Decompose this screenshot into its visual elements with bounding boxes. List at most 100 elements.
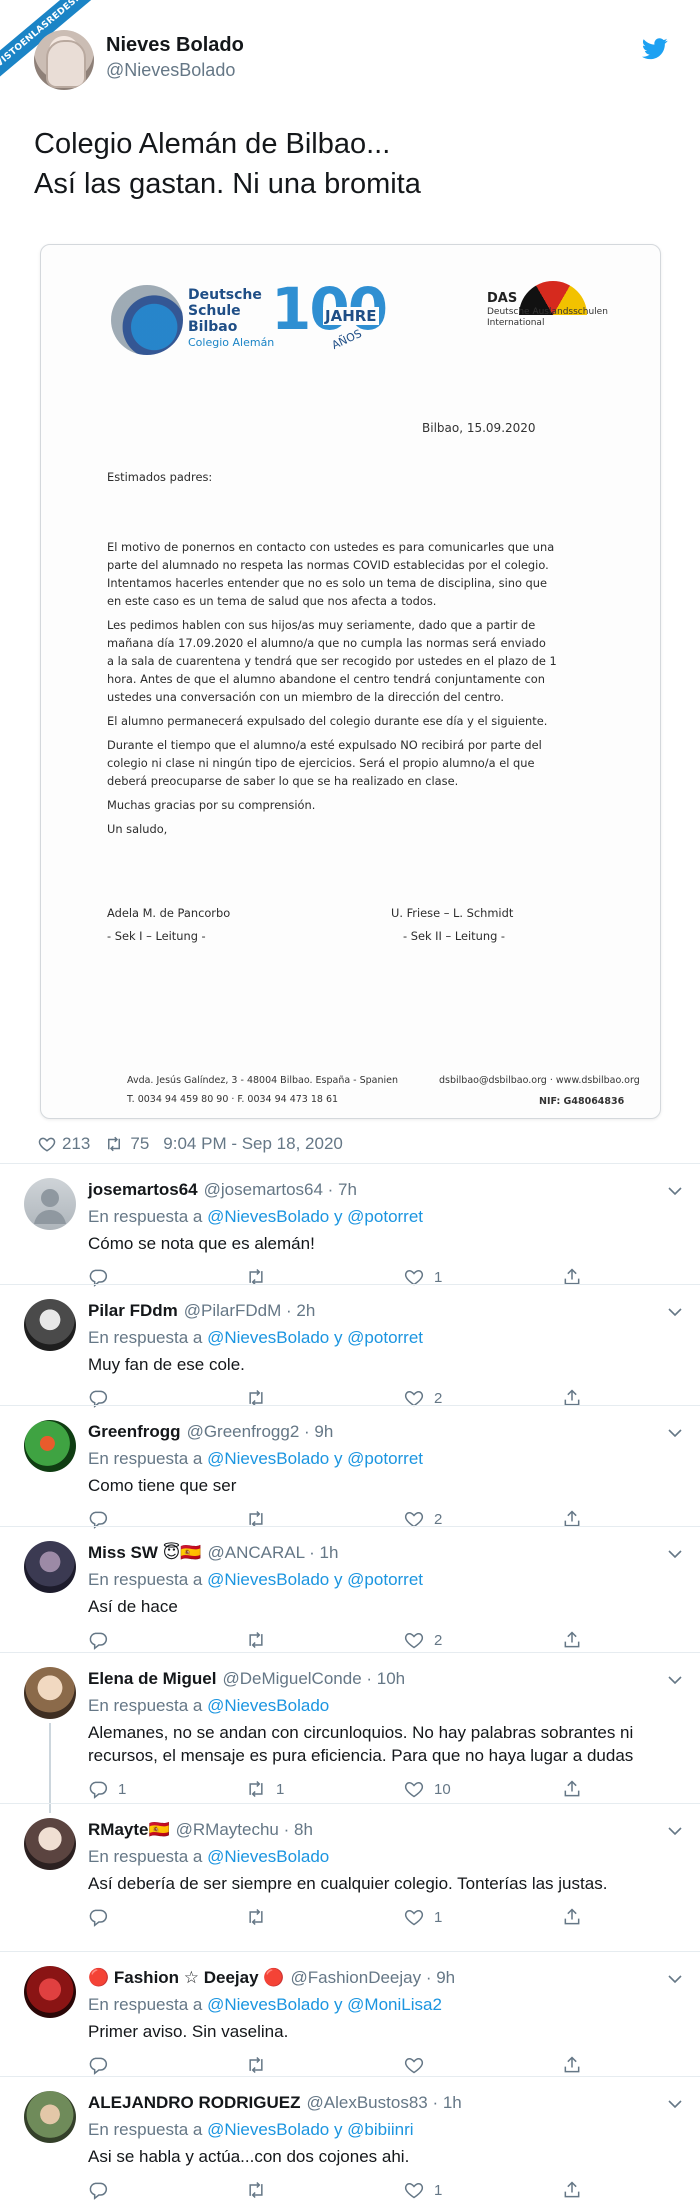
reply-tweet[interactable]: 🔴 Fashion ☆ Deejay 🔴 @FashionDeejay · 9h E… xyxy=(0,1954,700,2076)
signer-left-role: - Sek I – Leitung - xyxy=(107,929,206,943)
retweet-button[interactable]: 1 xyxy=(246,1779,284,1799)
letter-body-line: Un saludo, xyxy=(107,822,168,836)
reply-author-handle[interactable]: @ANCARAL · 1h xyxy=(208,1543,339,1562)
reply-author-name[interactable]: Greenfrogg xyxy=(88,1422,181,1441)
reply-mentions[interactable]: @NievesBolado y @potorret xyxy=(207,1207,423,1226)
heart-icon[interactable] xyxy=(38,1135,56,1153)
reply-author[interactable]: Greenfrogg @Greenfrogg2 · 9h xyxy=(88,1422,333,1442)
reply-mentions[interactable]: @NievesBolado y @potorret xyxy=(207,1449,423,1468)
chevron-down-icon[interactable] xyxy=(668,1428,682,1438)
reply-button[interactable]: 1 xyxy=(88,1779,126,1799)
author-avatar[interactable] xyxy=(34,30,94,90)
reply-mentions[interactable]: @NievesBolado y @potorret xyxy=(207,1570,423,1589)
reply-avatar[interactable] xyxy=(24,1541,76,1593)
reply-avatar[interactable] xyxy=(24,1667,76,1719)
reply-author-name[interactable]: Miss SW 😇🇪🇸 xyxy=(88,1543,202,1562)
reply-button[interactable] xyxy=(88,2180,118,2200)
share-button[interactable] xyxy=(562,1907,592,1927)
retweet-button[interactable] xyxy=(246,2180,276,2200)
reply-author[interactable]: 🔴 Fashion ☆ Deejay 🔴 @FashionDeejay · 9h xyxy=(88,1968,455,1988)
reply-tweet[interactable]: josemartos64 @josemartos64 · 7h En respues… xyxy=(0,1166,700,1287)
reply-author[interactable]: Pilar FDdm @PilarFDdM · 2h xyxy=(88,1301,315,1321)
reply-author-handle[interactable]: @Greenfrogg2 · 9h xyxy=(187,1422,334,1441)
chevron-down-icon[interactable] xyxy=(668,1974,682,1984)
letter-footer-address: Avda. Jesús Galíndez, 3 - 48004 Bilbao. … xyxy=(127,1075,399,1086)
like-count: 1 xyxy=(434,2181,443,2199)
reply-tweet[interactable]: Miss SW 😇🇪🇸 @ANCARAL · 1h En respuesta a @… xyxy=(0,1529,700,1652)
reply-context: En respuesta a @NievesBolado y @potorret xyxy=(88,1449,423,1469)
reply-author-handle[interactable]: @josemartos64 · 7h xyxy=(204,1180,357,1199)
school-logo-text: Deutsche Schule Bilbao Colegio Alemán xyxy=(188,287,274,351)
letter-body-line: a la sala de cuarentena y tendrá que ser… xyxy=(107,654,557,668)
like-button[interactable] xyxy=(404,2055,434,2075)
reply-mentions[interactable]: @NievesBolado y @bibiinri xyxy=(207,2120,414,2139)
reply-button[interactable] xyxy=(88,1630,118,1650)
reply-author-name[interactable]: 🔴 Fashion ☆ Deejay 🔴 xyxy=(88,1968,284,1987)
reply-actions: 2 xyxy=(88,1509,588,1531)
reply-avatar[interactable] xyxy=(24,1299,76,1351)
reply-author-name[interactable]: Elena de Miguel xyxy=(88,1669,216,1688)
reply-tweet[interactable]: RMayte🇪🇸 @RMaytechu · 8h En respuesta a @N… xyxy=(0,1806,700,1951)
reply-author[interactable]: Miss SW 😇🇪🇸 @ANCARAL · 1h xyxy=(88,1543,338,1563)
reply-author[interactable]: RMayte🇪🇸 @RMaytechu · 8h xyxy=(88,1820,313,1840)
reply-text: Primer aviso. Sin vaselina. xyxy=(88,2022,289,2041)
retweet-button[interactable] xyxy=(246,1630,276,1650)
chevron-down-icon[interactable] xyxy=(668,1186,682,1196)
reply-author[interactable]: ALEJANDRO RODRIGUEZ @AlexBustos83 · 1h xyxy=(88,2093,462,2113)
reply-author-name[interactable]: ALEJANDRO RODRIGUEZ xyxy=(88,2093,301,2112)
reply-author[interactable]: josemartos64 @josemartos64 · 7h xyxy=(88,1180,357,1200)
reply-button[interactable] xyxy=(88,2055,118,2075)
reply-author-handle[interactable]: @RMaytechu · 8h xyxy=(176,1820,313,1839)
chevron-down-icon[interactable] xyxy=(668,2099,682,2109)
reply-author-handle[interactable]: @DeMiguelConde · 10h xyxy=(222,1669,405,1688)
letter-body-line: Intentamos hacerles entender que no es s… xyxy=(107,576,548,590)
reply-avatar[interactable] xyxy=(24,1178,76,1230)
heart-icon xyxy=(404,1909,424,1926)
reply-author-handle[interactable]: @PilarFDdM · 2h xyxy=(184,1301,316,1320)
reply-mentions[interactable]: @NievesBolado xyxy=(207,1696,329,1715)
reply-avatar[interactable] xyxy=(24,1966,76,2018)
reply-author-handle[interactable]: @AlexBustos83 · 1h xyxy=(307,2093,462,2112)
like-button[interactable]: 10 xyxy=(404,1779,451,1799)
like-button[interactable]: 2 xyxy=(404,1630,442,1650)
chevron-down-icon[interactable] xyxy=(668,1826,682,1836)
retweet-icon[interactable] xyxy=(104,1135,124,1153)
reply-tweet[interactable]: Elena de Miguel @DeMiguelConde · 10h En re… xyxy=(0,1655,700,1813)
reply-avatar[interactable] xyxy=(24,2091,76,2143)
share-button[interactable] xyxy=(562,2055,592,2075)
like-button[interactable]: 1 xyxy=(404,1907,442,1927)
reply-author-name[interactable]: Pilar FDdm xyxy=(88,1301,178,1320)
twitter-bird-icon[interactable] xyxy=(642,38,668,60)
reply-author[interactable]: Elena de Miguel @DeMiguelConde · 10h xyxy=(88,1669,405,1689)
reply-mentions[interactable]: @NievesBolado xyxy=(207,1847,329,1866)
reply-tweet[interactable]: Pilar FDdm @PilarFDdM · 2h En respuesta a … xyxy=(0,1287,700,1408)
retweet-button[interactable] xyxy=(246,2055,276,2075)
reply-context: En respuesta a @NievesBolado y @MoniLisa… xyxy=(88,1995,442,2015)
reply-avatar[interactable] xyxy=(24,1818,76,1870)
reply-actions: 2 xyxy=(88,1630,588,1652)
share-button[interactable] xyxy=(562,1779,592,1799)
chevron-down-icon[interactable] xyxy=(668,1307,682,1317)
thread-line xyxy=(49,1723,51,1813)
author-handle[interactable]: @NievesBolado xyxy=(106,60,235,81)
share-button[interactable] xyxy=(562,1630,592,1650)
tweet-image-letter[interactable]: Deutsche Schule Bilbao Colegio Alemán 10… xyxy=(40,244,661,1119)
author-name[interactable]: Nieves Bolado xyxy=(106,34,244,57)
like-button[interactable]: 1 xyxy=(404,2180,442,2200)
reply-button[interactable] xyxy=(88,1907,118,1927)
reply-text: Asi se habla y actúa...con dos cojones a… xyxy=(88,2147,410,2166)
chevron-down-icon[interactable] xyxy=(668,1549,682,1559)
reply-author-handle[interactable]: @FashionDeejay · 9h xyxy=(290,1968,455,1987)
reply-tweet[interactable]: ALEJANDRO RODRIGUEZ @AlexBustos83 · 1h En … xyxy=(0,2079,700,2207)
share-button[interactable] xyxy=(562,2180,592,2200)
reply-mentions[interactable]: @NievesBolado y @MoniLisa2 xyxy=(207,1995,442,2014)
chevron-down-icon[interactable] xyxy=(668,1675,682,1685)
reply-author-name[interactable]: RMayte🇪🇸 xyxy=(88,1820,170,1839)
reply-author-name[interactable]: josemartos64 xyxy=(88,1180,198,1199)
retweet-button[interactable] xyxy=(246,1907,276,1927)
tweet-timestamp[interactable]: 9:04 PM - Sep 18, 2020 xyxy=(163,1134,343,1154)
like-count: 2 xyxy=(434,1631,443,1649)
reply-tweet[interactable]: Greenfrogg @Greenfrogg2 · 9h En respuesta … xyxy=(0,1408,700,1529)
reply-avatar[interactable] xyxy=(24,1420,76,1472)
reply-mentions[interactable]: @NievesBolado y @potorret xyxy=(207,1328,423,1347)
